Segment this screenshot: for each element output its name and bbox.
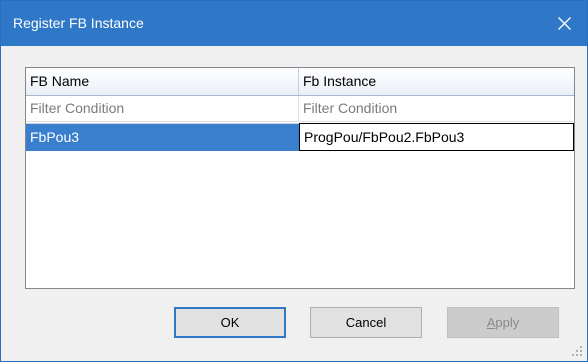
- fb-name-cell[interactable]: FbPou3: [26, 123, 299, 151]
- fb-instance-cell[interactable]: ProgPou/FbPou2.FbPou3: [299, 123, 574, 151]
- fb-name-filter-input[interactable]: Filter Condition: [26, 96, 299, 122]
- table-row[interactable]: FbPou3 ProgPou/FbPou2.FbPou3: [26, 123, 574, 151]
- apply-label-rest: pply: [495, 315, 520, 330]
- grid-header: FB Name Fb Instance: [26, 68, 574, 96]
- fb-instance-filter-input[interactable]: Filter Condition: [299, 96, 574, 122]
- resize-grip-icon[interactable]: [571, 345, 583, 357]
- close-icon: [558, 17, 571, 30]
- ok-button[interactable]: OK: [174, 307, 286, 338]
- apply-button[interactable]: Apply: [447, 307, 559, 338]
- register-fb-instance-dialog: Register FB Instance FB Name Fb Instance…: [0, 0, 588, 362]
- cancel-button[interactable]: Cancel: [310, 307, 422, 338]
- title-bar[interactable]: Register FB Instance: [1, 1, 587, 46]
- dialog-title: Register FB Instance: [13, 15, 144, 31]
- filter-row: Filter Condition Filter Condition: [26, 96, 574, 122]
- fb-instance-grid[interactable]: FB Name Fb Instance Filter Condition Fil…: [25, 67, 575, 289]
- close-button[interactable]: [543, 1, 587, 46]
- column-header-fb-instance[interactable]: Fb Instance: [299, 68, 574, 95]
- column-header-fb-name[interactable]: FB Name: [26, 68, 299, 95]
